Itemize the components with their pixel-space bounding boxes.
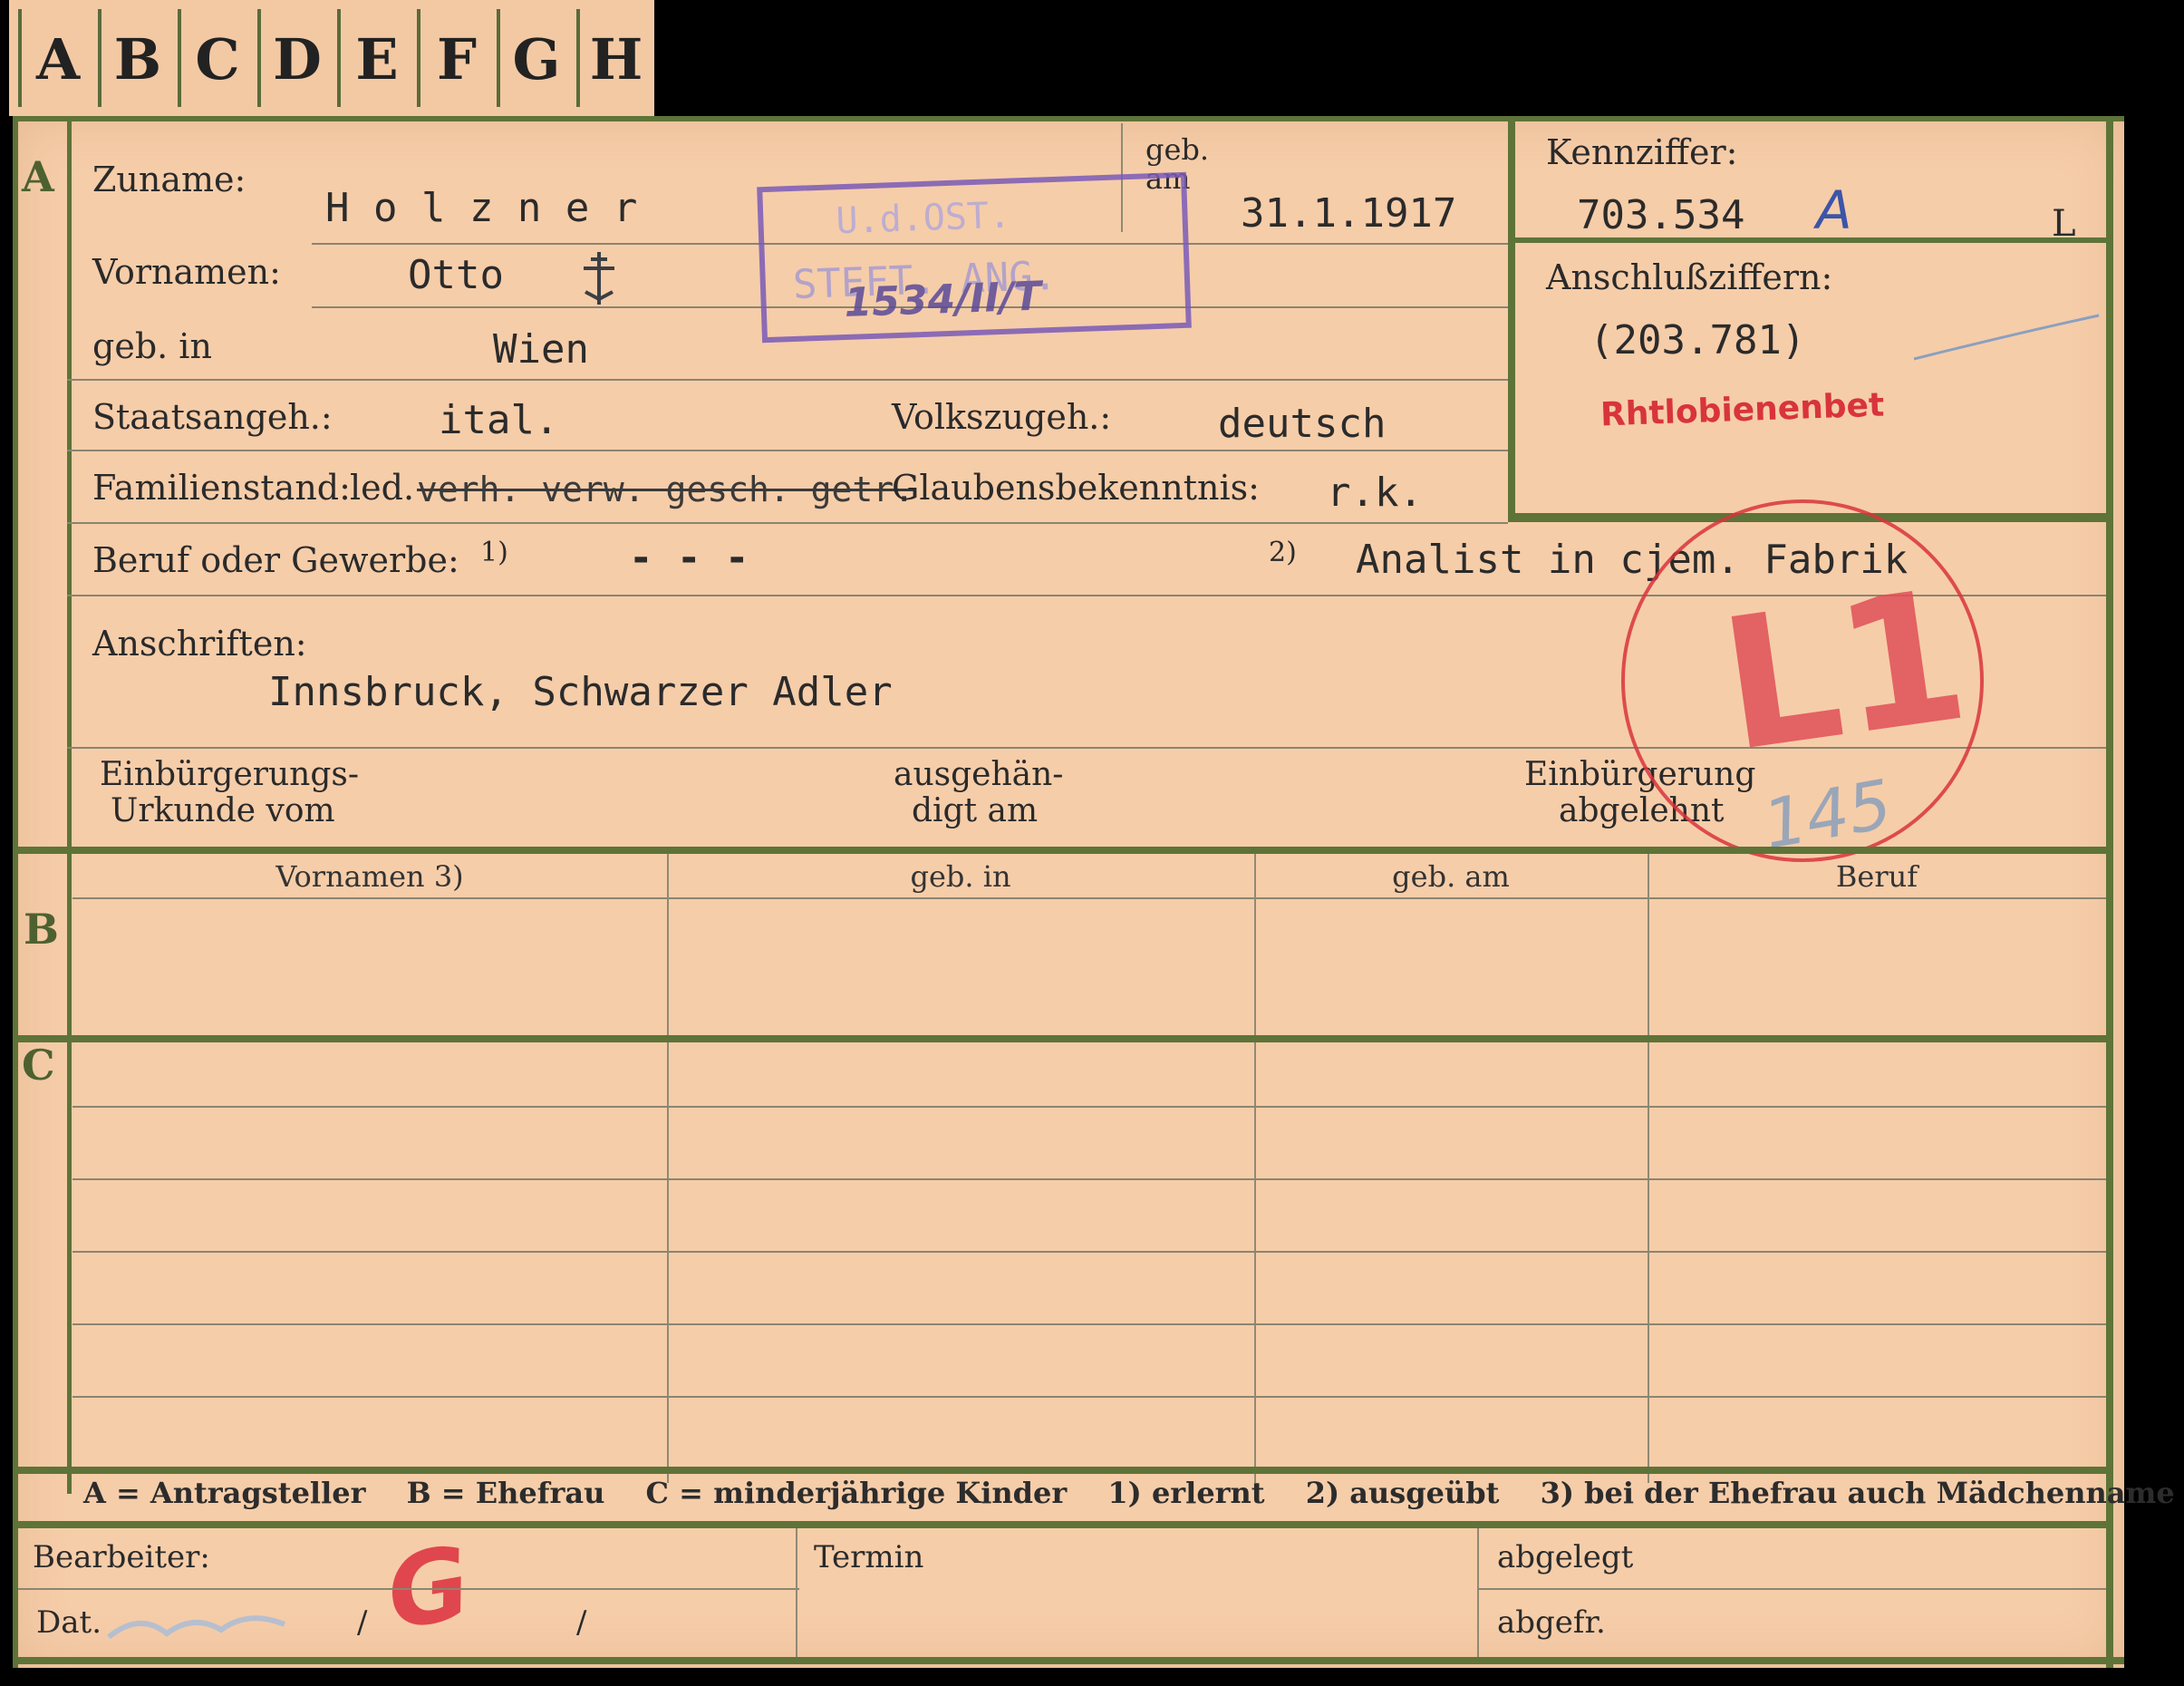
frame-top — [13, 116, 2124, 121]
tab-strip: A B C D E F G H — [9, 0, 654, 116]
table-c-col-3 — [1648, 1042, 1649, 1483]
einb-urkunde-label-1: Einbürgerungs- — [100, 756, 360, 793]
glaubens-value: r.k. — [1327, 470, 1423, 516]
kennziffer-label: Kennziffer: — [1546, 132, 1738, 172]
table-b-header-beruf: Beruf — [1835, 859, 1918, 894]
geb-in-value: Wien — [493, 326, 589, 373]
table-c-row-4 — [72, 1323, 2106, 1325]
legend-note-1: 1) erlernt — [1107, 1476, 1265, 1510]
beruf-value-1: - - - — [629, 535, 749, 581]
legend-a: A = Antragsteller — [83, 1476, 366, 1510]
familienstand-label: Familienstand: — [92, 468, 351, 508]
anschluss-value: (203.781) — [1590, 317, 1806, 363]
ausgehaendigt-label-2: digt am — [912, 792, 1039, 829]
geb-am-value: 31.1.1917 — [1241, 190, 1457, 237]
tab-f[interactable]: F — [417, 9, 493, 107]
glaubens-label: Glaubensbekenntnis: — [892, 468, 1260, 508]
termin-label: Termin — [814, 1539, 924, 1575]
tab-a[interactable]: A — [18, 9, 94, 107]
footer-col-1 — [796, 1528, 797, 1657]
tab-c[interactable]: C — [178, 9, 254, 107]
table-b-header-vornamen: Vornamen 3) — [275, 859, 464, 894]
staatsangeh-rule — [67, 450, 1508, 451]
abgelegt-label: abgelegt — [1497, 1539, 1634, 1575]
tab-d[interactable]: D — [257, 9, 333, 107]
kennziffer-frame-left — [1508, 121, 1515, 520]
dat-slash-2: / — [576, 1604, 587, 1641]
beruf-note-1: 1) — [480, 537, 508, 568]
red-circle-stamp-text: L1 — [1710, 549, 1979, 793]
section-a-divider — [67, 121, 72, 847]
zuname-value: H o l z n e r — [325, 185, 638, 231]
section-c-divider — [67, 1042, 72, 1494]
familienstand-struck: verh. verw. gesch. getr. — [417, 470, 915, 509]
section-b-top-rule — [13, 847, 2113, 854]
bearbeiter-label: Bearbeiter: — [33, 1539, 210, 1575]
dat-label: Dat. — [36, 1604, 102, 1641]
section-c-letter: C — [22, 1041, 55, 1090]
kennziffer-hand-mark: A — [1816, 179, 1852, 241]
abgelegt-rule — [1477, 1588, 2106, 1590]
anschluss-label: Anschlußziffern: — [1546, 257, 1833, 297]
beruf-label: Beruf oder Gewerbe: — [92, 540, 459, 580]
volkszugeh-label: Volkszugeh.: — [892, 397, 1112, 437]
pencil-stroke-icon — [1913, 314, 2100, 361]
ausgehaendigt-label-1: ausgehän- — [894, 756, 1064, 793]
geb-in-rule — [67, 379, 1508, 381]
violet-stamp-handwritten: 1534/II/T — [843, 273, 1042, 327]
table-c-row-2 — [72, 1178, 2106, 1180]
section-b-letter: B — [24, 905, 59, 954]
legend-bottom-rule — [13, 1521, 2113, 1528]
dat-slash-1: / — [357, 1604, 368, 1641]
tab-g[interactable]: G — [497, 9, 573, 107]
einb-urkunde-label-2: Urkunde vom — [111, 792, 335, 829]
frame-left — [13, 116, 18, 1668]
blue-pencil-date-icon — [107, 1615, 286, 1640]
section-a-letter: A — [22, 152, 54, 201]
legend-note-2: 2) ausgeübt — [1305, 1476, 1500, 1510]
table-c-col-2 — [1254, 1042, 1256, 1483]
legend-top-rule — [13, 1467, 2113, 1474]
violet-stamp-line-1: U.d.OST. — [835, 194, 1011, 243]
table-b-header-rule — [72, 897, 2106, 899]
legend-note-3: 3) bei der Ehefrau auch Mädchenname — [1540, 1476, 2175, 1510]
tab-b[interactable]: B — [98, 9, 174, 107]
kennziffer-suffix: L — [2052, 203, 2076, 245]
vornamen-label: Vornamen: — [92, 252, 281, 292]
zuname-label: Zuname: — [92, 160, 246, 199]
geb-in-label: geb. in — [92, 326, 212, 366]
familienstand-rule — [67, 522, 1508, 524]
anschriften-label: Anschriften: — [92, 624, 307, 664]
registration-card: A Zuname: H o l z n e r geb. am 31.1.191… — [13, 116, 2175, 1668]
legend-row: A = Antragsteller B = Ehefrau C = minder… — [83, 1476, 2175, 1519]
red-rubber-stamp: Rhtlobienenbet — [1599, 386, 1885, 434]
section-c-top-rule — [13, 1035, 2113, 1042]
staatsangeh-label: Staatsangeh.: — [92, 397, 333, 437]
abgefr-label: abgefr. — [1497, 1604, 1606, 1641]
frame-right — [2106, 116, 2113, 1668]
violet-office-stamp: U.d.OST. STEFT. ANG. 1534/II/T — [757, 171, 1192, 344]
volkszugeh-value: deutsch — [1218, 401, 1387, 447]
vornamen-value: Otto — [408, 252, 504, 298]
legend-b: B = Ehefrau — [406, 1476, 605, 1510]
table-c-row-3 — [72, 1251, 2106, 1253]
table-b-header-geb-in: geb. in — [910, 859, 1011, 894]
frame-bottom — [13, 1657, 2124, 1664]
table-b-header-geb-am: geb. am — [1392, 859, 1510, 894]
cross-mark-icon — [584, 252, 614, 305]
beruf-note-2: 2) — [1269, 537, 1297, 568]
footer-col-2 — [1477, 1528, 1479, 1657]
table-c-row-5 — [72, 1396, 2106, 1398]
kennziffer-value: 703.534 — [1577, 192, 1745, 238]
anschriften-value: Innsbruck, Schwarzer Adler — [268, 669, 893, 715]
staatsangeh-value: ital. — [439, 397, 559, 443]
familienstand-value: led. — [350, 468, 415, 508]
table-c-row-1 — [72, 1106, 2106, 1108]
bearbeiter-rule — [18, 1588, 799, 1590]
tab-h[interactable]: H — [576, 9, 652, 107]
table-c-col-1 — [667, 1042, 669, 1483]
tab-e[interactable]: E — [337, 9, 413, 107]
legend-c: C = minderjährige Kinder — [645, 1476, 1068, 1510]
